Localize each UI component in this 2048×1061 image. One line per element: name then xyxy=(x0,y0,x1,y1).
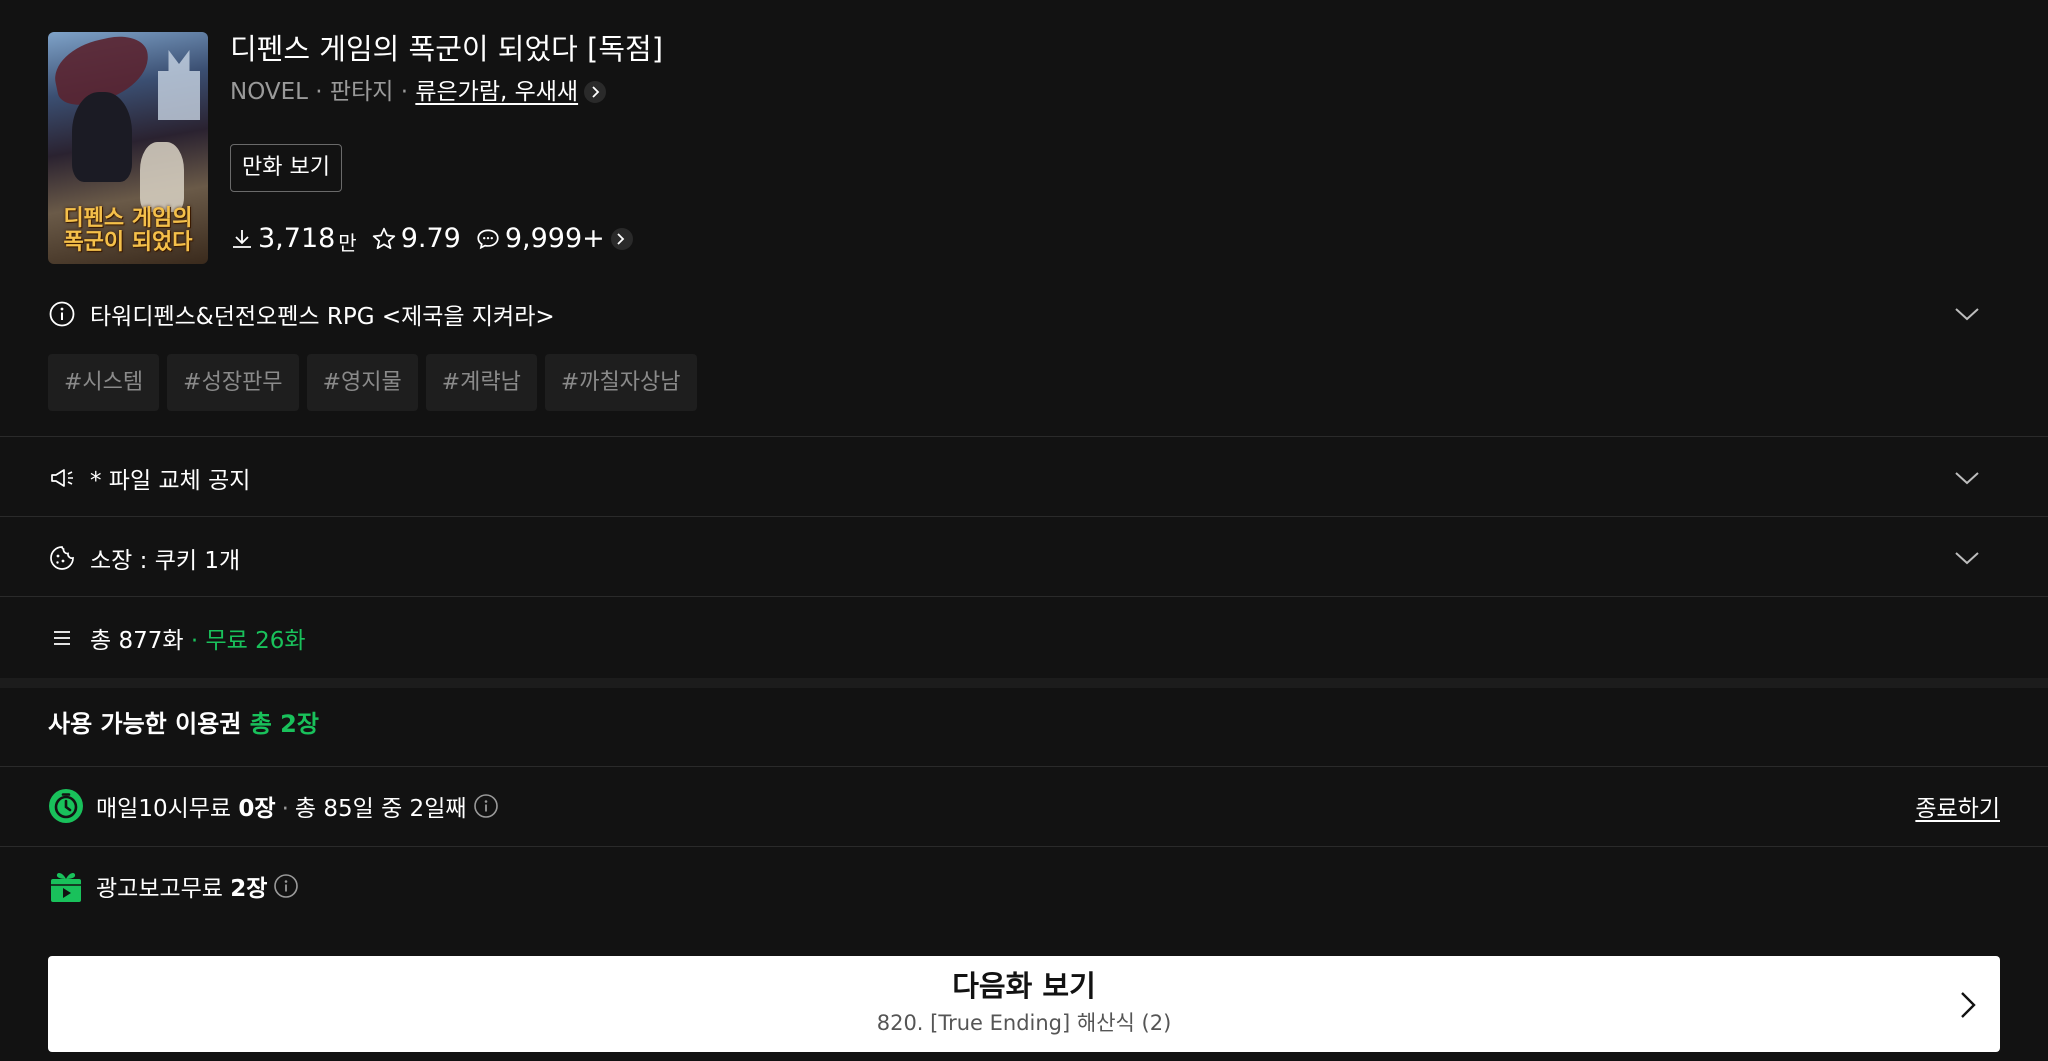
notice-text: * 파일 교체 공지 xyxy=(90,468,251,494)
megaphone-icon xyxy=(51,469,73,487)
comments-stat[interactable]: 9,999+ xyxy=(475,222,633,256)
cover-art-figure-2 xyxy=(140,142,184,212)
divider xyxy=(0,436,2048,437)
page: 디펜스 게임의 폭군이 되었다 디펜스 게임의 폭군이 되었다 [독점] NOV… xyxy=(0,0,2048,1061)
ad-free-ticket-row: 광고보고무료 2장 xyxy=(48,866,2000,906)
comment-icon xyxy=(477,229,499,250)
daily-free-name: 매일10시무료 xyxy=(96,796,232,822)
divider xyxy=(0,846,2048,847)
stats-bar: 3,718 만 9.79 9,999+ xyxy=(230,222,647,256)
next-episode-title: 820. [True Ending] 해산식 (2) xyxy=(876,1011,1172,1035)
cover-image[interactable]: 디펜스 게임의 폭군이 되었다 xyxy=(48,32,208,264)
end-daily-free-link[interactable]: 종료하기 xyxy=(1915,789,2000,823)
tag-chip[interactable]: #영지물 xyxy=(306,354,418,411)
comic-view-button[interactable]: 만화 보기 xyxy=(230,144,342,192)
views-unit: 만 xyxy=(338,230,357,255)
daily-free-label: 매일10시무료 0장 · 총 85일 중 2일째 xyxy=(96,789,467,823)
rating-stat: 9.79 xyxy=(371,222,461,256)
list-icon xyxy=(54,631,70,645)
chevron-down-icon[interactable] xyxy=(1954,550,1980,566)
divider xyxy=(0,596,2048,597)
episodes-total: 총 877화 xyxy=(90,628,184,654)
work-type: NOVEL xyxy=(230,79,308,105)
daily-free-count: 0장 xyxy=(238,796,276,822)
chevron-down-icon[interactable] xyxy=(1954,306,1980,322)
episodes-separator: · xyxy=(183,628,206,654)
info-icon[interactable] xyxy=(473,793,499,819)
synopsis-text: 타워디펜스&던전오펜스 RPG <제국을 지켜라> xyxy=(90,304,555,330)
next-episode-button[interactable]: 다음화 보기 820. [True Ending] 해산식 (2) xyxy=(48,956,2000,1052)
work-header: 디펜스 게임의 폭군이 되었다 디펜스 게임의 폭군이 되었다 [독점] NOV… xyxy=(48,32,2008,264)
tag-chip[interactable]: #계략남 xyxy=(425,354,537,411)
meta-separator: · xyxy=(307,79,330,105)
gift-play-icon xyxy=(51,872,81,902)
tag-chip[interactable]: #성장판무 xyxy=(167,354,299,411)
authors-link[interactable]: 류은가람, 우새새 xyxy=(415,76,578,108)
daily-free-ticket-row: 매일10시무료 0장 · 총 85일 중 2일째 종료하기 xyxy=(48,786,2000,826)
chevron-down-icon[interactable] xyxy=(1954,470,1980,486)
views-count: 3,718 xyxy=(258,223,336,254)
info-icon xyxy=(49,301,75,327)
cover-art-castle xyxy=(158,50,200,120)
rating-value: 9.79 xyxy=(400,223,461,254)
next-episode-label: 다음화 보기 xyxy=(952,969,1096,1003)
tickets-total: 총 2장 xyxy=(249,710,319,738)
tickets-title-text: 사용 가능한 이용권 xyxy=(48,710,242,738)
section-band xyxy=(0,678,2048,688)
work-genre: 판타지 xyxy=(329,79,394,105)
tag-chip[interactable]: #시스템 xyxy=(48,354,160,411)
ad-free-count: 2장 xyxy=(230,876,268,902)
daily-separator: · xyxy=(281,796,289,822)
comments-count: 9,999+ xyxy=(504,223,605,254)
tickets-title: 사용 가능한 이용권 총 2장 xyxy=(48,706,319,742)
notice-row[interactable]: * 파일 교체 공지 xyxy=(48,460,2000,496)
info-icon[interactable] xyxy=(273,873,299,899)
divider xyxy=(0,516,2048,517)
cover-art-figure xyxy=(72,92,132,182)
timer-icon xyxy=(49,789,83,823)
episodes-summary: 총 877화 · 무료 26화 xyxy=(90,621,306,655)
divider xyxy=(0,766,2048,767)
cover-title-line-2: 폭군이 되었다 xyxy=(63,229,193,255)
authors-chevron-icon[interactable] xyxy=(584,81,607,103)
star-icon xyxy=(372,227,395,250)
cover-title: 디펜스 게임의 폭군이 되었다 xyxy=(54,206,202,254)
comments-chevron-icon[interactable] xyxy=(610,228,633,250)
work-title: 디펜스 게임의 폭군이 되었다 [독점] xyxy=(230,32,664,66)
tag-list: #시스템 #성장판무 #영지물 #계략남 #까칠자상남 xyxy=(48,354,705,411)
ad-free-label: 광고보고무료 2장 xyxy=(96,869,267,903)
owned-text: 소장 : 쿠키 1개 xyxy=(90,548,241,574)
synopsis-row[interactable]: 타워디펜스&던전오펜스 RPG <제국을 지켜라> xyxy=(48,296,2000,332)
episodes-row[interactable]: 총 877화 · 무료 26화 xyxy=(48,620,2000,656)
ad-free-name: 광고보고무료 xyxy=(96,876,223,902)
work-meta: NOVEL · 판타지 · 류은가람, 우새새 xyxy=(230,76,607,108)
views-stat: 3,718 만 xyxy=(230,222,357,256)
cookie-icon xyxy=(50,546,74,570)
episodes-free: 무료 26화 xyxy=(205,628,306,654)
chevron-right-icon xyxy=(1961,992,1976,1018)
download-icon xyxy=(233,230,251,248)
cover-title-line-1: 디펜스 게임의 xyxy=(63,205,193,231)
meta-separator: · xyxy=(393,79,416,105)
owned-row[interactable]: 소장 : 쿠키 1개 xyxy=(48,540,2000,576)
daily-free-progress: 총 85일 중 2일째 xyxy=(294,796,467,822)
tag-chip[interactable]: #까칠자상남 xyxy=(544,354,697,411)
